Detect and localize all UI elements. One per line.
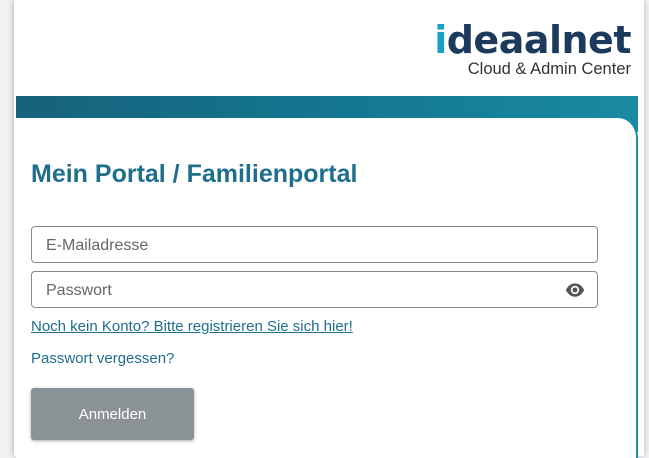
- email-field: [31, 226, 598, 264]
- logo-wordmark: ideaalnet: [434, 21, 631, 59]
- logo-subtitle: Cloud & Admin Center: [467, 60, 631, 78]
- logo: ideaalnet Cloud & Admin Center: [434, 21, 631, 78]
- password-field: [31, 271, 598, 309]
- page-title: Mein Portal / Familienportal: [31, 160, 358, 188]
- logo-wordmark-rest: deaalnet: [446, 18, 632, 62]
- register-link[interactable]: Noch kein Konto? Bitte registrieren Sie …: [31, 318, 353, 335]
- eye-icon[interactable]: [565, 282, 585, 298]
- forgot-password-link[interactable]: Passwort vergessen?: [31, 350, 174, 367]
- password-input[interactable]: [44, 272, 548, 309]
- logo-wordmark-prefix: i: [434, 18, 447, 62]
- login-button[interactable]: Anmelden: [31, 388, 194, 440]
- email-input[interactable]: [44, 227, 548, 264]
